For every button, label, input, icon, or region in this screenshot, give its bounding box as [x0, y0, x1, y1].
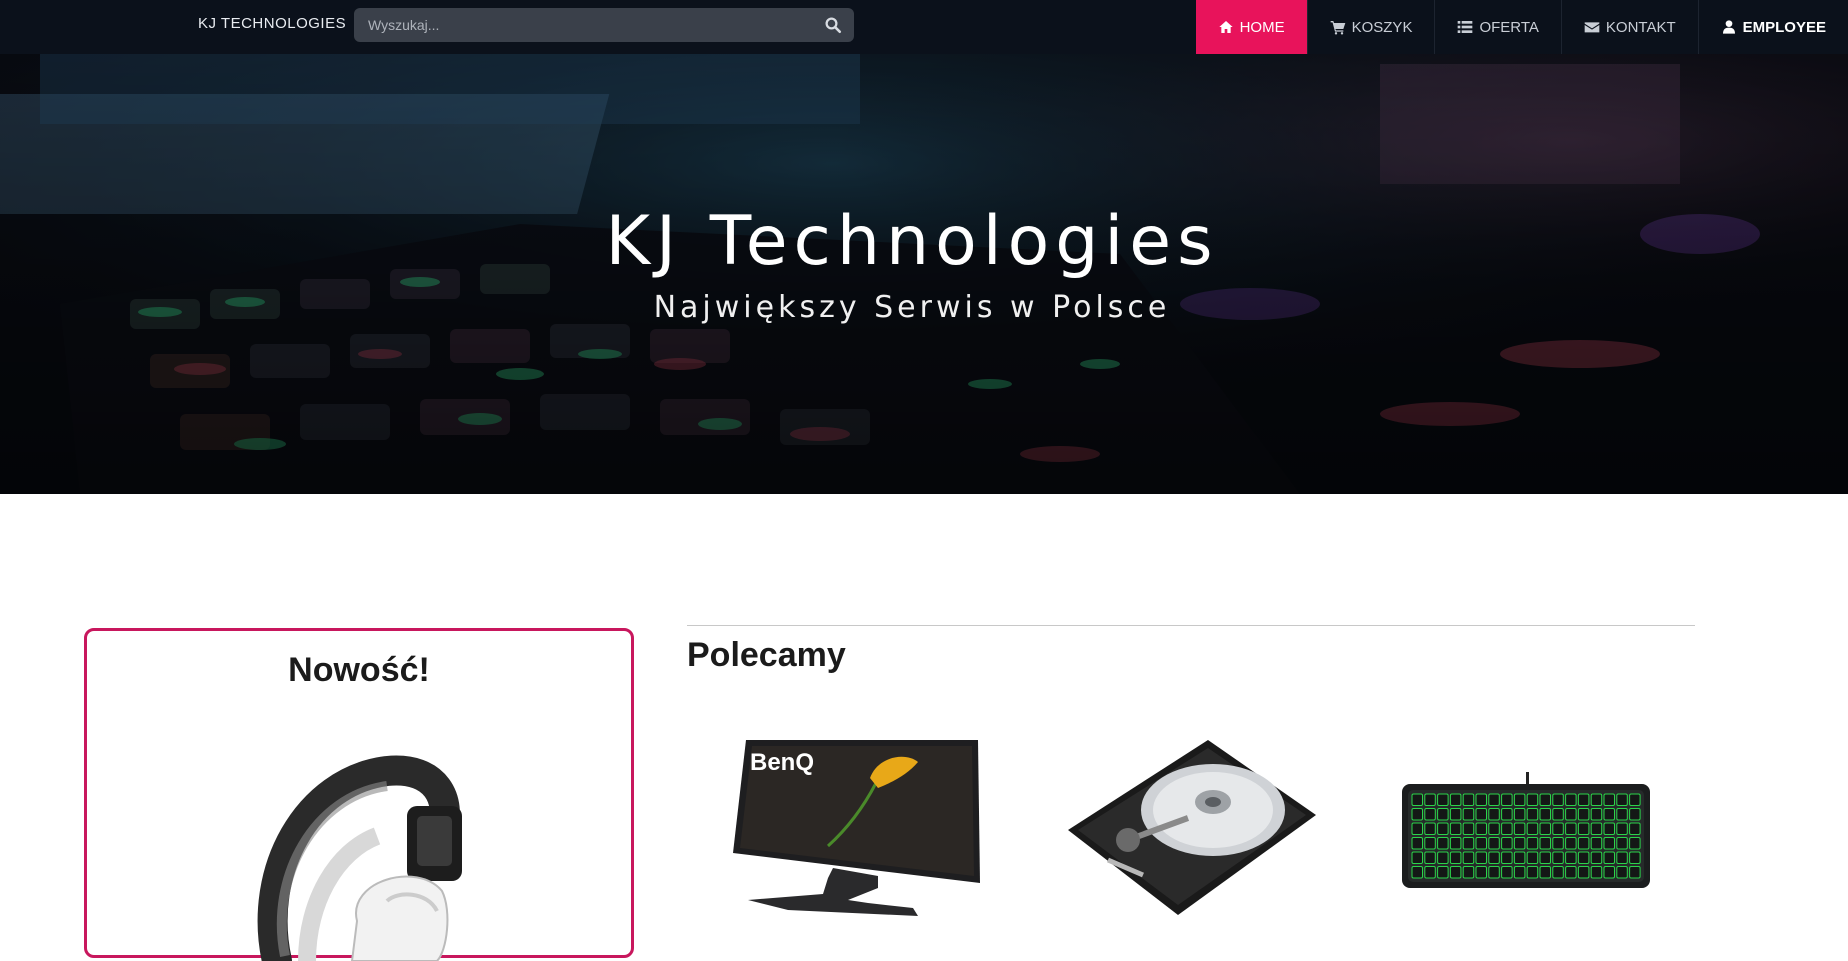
new-product-title: Nowość! — [288, 651, 430, 689]
section-divider — [687, 625, 1695, 626]
search-icon[interactable] — [824, 16, 842, 34]
nav-cart[interactable]: KOSZYK — [1306, 0, 1435, 54]
new-product-box[interactable]: Nowość! — [84, 628, 634, 961]
nav-home[interactable]: HOME — [1195, 0, 1307, 54]
nav-contact[interactable]: KONTAKT — [1560, 0, 1698, 54]
list-icon — [1458, 21, 1473, 33]
headset-image[interactable] — [237, 751, 497, 961]
product-hard-drive-image[interactable] — [1068, 740, 1316, 915]
search-bar — [354, 8, 854, 42]
cart-icon — [1330, 21, 1345, 35]
search-input[interactable] — [368, 8, 808, 42]
nav-home-label: HOME — [1239, 18, 1285, 36]
product-keyboard-image[interactable] — [1400, 772, 1652, 890]
hero-banner: KJ Technologies Największy Serwis w Pols… — [0, 54, 1848, 494]
brand-logo[interactable]: KJ TECHNOLOGIES — [198, 0, 346, 48]
home-icon — [1218, 21, 1233, 33]
nav-employee[interactable]: EMPLOYEE — [1697, 0, 1848, 54]
hero-subtitle: Największy Serwis w Polsce — [653, 290, 1171, 325]
nav-cart-label: KOSZYK — [1351, 18, 1413, 36]
nav-offer[interactable]: OFERTA — [1434, 0, 1560, 54]
monitor-brand-label: BenQ — [750, 749, 814, 776]
nav-employee-label: EMPLOYEE — [1742, 18, 1826, 36]
envelope-icon — [1584, 22, 1600, 33]
main-nav: HOME KOSZYK OFERTA KONTAKT EMPLOYEE — [1195, 0, 1848, 54]
user-icon — [1722, 20, 1735, 34]
nav-offer-label: OFERTA — [1479, 18, 1539, 36]
nav-contact-label: KONTAKT — [1605, 18, 1676, 36]
recommended-title: Polecamy — [687, 636, 846, 674]
navbar: KJ TECHNOLOGIES HOME KOSZYK OFERTA KONTA… — [0, 0, 1848, 54]
hero-title: KJ Technologies — [605, 202, 1219, 281]
product-monitor-image[interactable]: BenQ — [728, 738, 983, 923]
